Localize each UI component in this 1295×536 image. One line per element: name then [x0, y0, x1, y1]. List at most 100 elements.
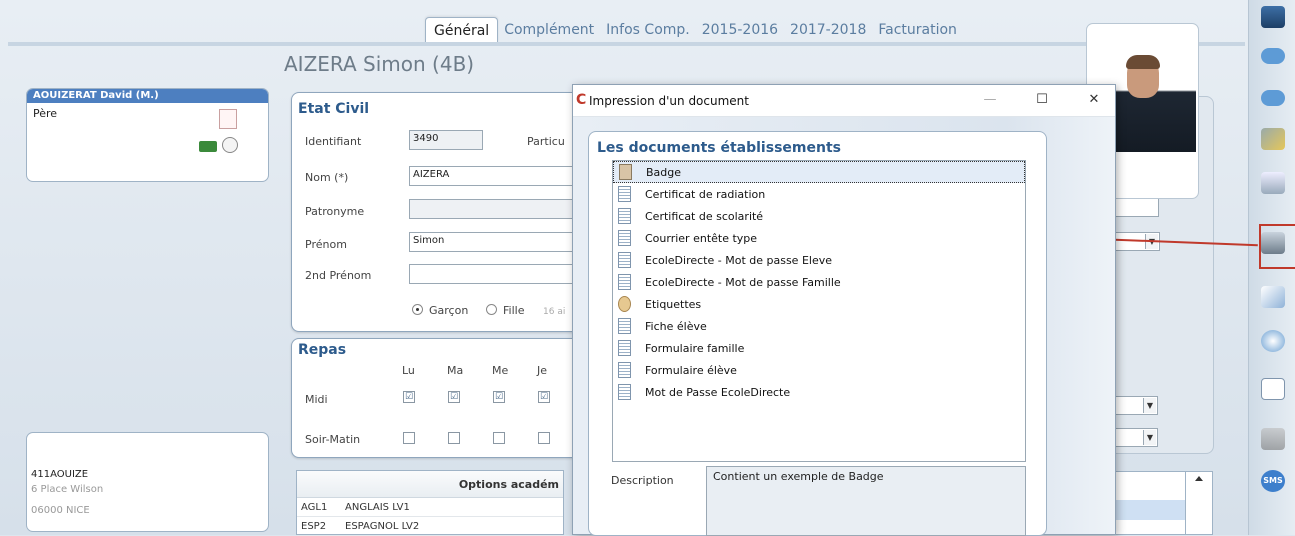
- list-icon[interactable]: [1261, 378, 1285, 400]
- minimize-button[interactable]: —: [967, 85, 1013, 117]
- soir-je-checkbox[interactable]: [538, 432, 550, 444]
- option-code: AGL1: [301, 502, 328, 513]
- close-button[interactable]: ✕: [1071, 85, 1117, 117]
- dialog-titlebar[interactable]: C Impression d'un document — ☐ ✕: [573, 85, 1115, 117]
- tab-complement[interactable]: Complément: [498, 17, 600, 43]
- documents-panel: Les documents établissements Badge Certi…: [588, 131, 1047, 536]
- list-item[interactable]: Formulaire famille: [613, 337, 1025, 359]
- particularite-label: Particu: [527, 135, 565, 148]
- identifiant-field[interactable]: 3490: [409, 130, 483, 150]
- list-item[interactable]: Etiquettes: [613, 293, 1025, 315]
- identifiant-label: Identifiant: [305, 135, 362, 148]
- description-field[interactable]: Contient un exemple de Badge: [706, 466, 1026, 536]
- soir-me-checkbox[interactable]: [493, 432, 505, 444]
- prenom-label: Prénom: [305, 238, 347, 251]
- tools-icon[interactable]: [1261, 128, 1285, 150]
- age-text: 16 ai: [543, 307, 566, 317]
- badge-icon: [616, 163, 636, 181]
- chevron-down-icon: ▼: [1143, 398, 1156, 413]
- soir-matin-label: Soir-Matin: [305, 433, 361, 446]
- midi-lu-checkbox[interactable]: ☑: [403, 391, 415, 403]
- midi-label: Midi: [305, 393, 328, 406]
- list-item[interactable]: Certificat de radiation: [613, 183, 1025, 205]
- soir-lu-checkbox[interactable]: [403, 432, 415, 444]
- app-logo-icon: C: [576, 92, 587, 108]
- link-icon[interactable]: [222, 137, 238, 153]
- list-item[interactable]: Mot de Passe EcoleDirecte: [613, 381, 1025, 403]
- contact-name: AOUIZERAT David (M.): [27, 89, 268, 103]
- description-label: Description: [611, 474, 674, 487]
- document-edit-icon[interactable]: [219, 109, 237, 129]
- money-icon[interactable]: [199, 141, 217, 152]
- document-icon: [615, 383, 635, 401]
- garcon-radio[interactable]: [412, 304, 423, 315]
- arrow-right-icon[interactable]: [1261, 48, 1285, 64]
- midi-je-checkbox[interactable]: ☑: [538, 391, 550, 403]
- student-photo: [1116, 52, 1196, 152]
- computer-icon[interactable]: [1261, 6, 1285, 28]
- list-item[interactable]: Courrier entête type: [613, 227, 1025, 249]
- day-ma: Ma: [447, 364, 464, 377]
- list-item[interactable]: EcoleDirecte - Mot de passe Famille: [613, 271, 1025, 293]
- list-item[interactable]: Certificat de scolarité: [613, 205, 1025, 227]
- nom-field[interactable]: AIZERA: [409, 166, 575, 186]
- document-icon: [615, 317, 635, 335]
- photo-hair: [1126, 55, 1160, 69]
- tab-infos-comp[interactable]: Infos Comp.: [600, 17, 696, 43]
- day-me: Me: [492, 364, 509, 377]
- patronyme-label: Patronyme: [305, 205, 365, 218]
- fille-label: Fille: [503, 304, 525, 317]
- trash-icon[interactable]: [1261, 172, 1285, 194]
- document-icon: [615, 361, 635, 379]
- address-street: 6 Place Wilson: [31, 484, 104, 495]
- document-icon: [615, 185, 635, 203]
- midi-ma-checkbox[interactable]: ☑: [448, 391, 460, 403]
- right-select-3[interactable]: ▼: [1110, 428, 1158, 447]
- tab-facturation[interactable]: Facturation: [872, 17, 963, 43]
- nom-label: Nom (*): [305, 171, 349, 184]
- maximize-button[interactable]: ☐: [1019, 85, 1065, 117]
- list-item[interactable]: EcoleDirecte - Mot de passe Eleve: [613, 249, 1025, 271]
- list-item[interactable]: Fiche élève: [613, 315, 1025, 337]
- right-field-1[interactable]: [1110, 197, 1159, 217]
- contact-card[interactable]: AOUIZERAT David (M.) Père: [26, 88, 269, 182]
- address-city: 06000 NICE: [31, 505, 90, 516]
- midi-me-checkbox[interactable]: ☑: [493, 391, 505, 403]
- dialog-title: Impression d'un document: [589, 94, 749, 108]
- address-card: 411AOUIZE 6 Place Wilson 06000 NICE: [26, 432, 269, 532]
- document-icon: [615, 251, 635, 269]
- mail-icon[interactable]: [1261, 286, 1285, 308]
- table-row[interactable]: ESP2 ESPAGNOL LV2: [297, 517, 563, 536]
- document-icon: [615, 339, 635, 357]
- label-icon: [615, 295, 635, 313]
- scroll-up-icon[interactable]: [1195, 476, 1203, 481]
- second-prenom-field[interactable]: [409, 264, 575, 284]
- list-item[interactable]: Formulaire élève: [613, 359, 1025, 381]
- patronyme-field[interactable]: [409, 199, 575, 219]
- fille-radio[interactable]: [486, 304, 497, 315]
- prenom-field[interactable]: Simon: [409, 232, 575, 252]
- tab-2015-2016[interactable]: 2015-2016: [696, 17, 784, 43]
- student-title: AIZERA Simon (4B): [284, 52, 475, 76]
- tab-general[interactable]: Général: [425, 17, 499, 43]
- hand-icon[interactable]: [1261, 428, 1285, 450]
- right-list-row[interactable]: [1111, 500, 1189, 520]
- list-item[interactable]: Badge: [613, 161, 1025, 183]
- repas-title: Repas: [298, 342, 347, 358]
- scrollbar[interactable]: [1185, 471, 1213, 535]
- tab-2017-2018[interactable]: 2017-2018: [784, 17, 872, 43]
- document-icon: [615, 273, 635, 291]
- option-code: ESP2: [301, 521, 327, 532]
- printer-highlight-box: [1259, 224, 1295, 269]
- documents-list[interactable]: Badge Certificat de radiation Certificat…: [612, 160, 1026, 462]
- soir-ma-checkbox[interactable]: [448, 432, 460, 444]
- day-lu: Lu: [402, 364, 415, 377]
- sms-icon[interactable]: SMS: [1261, 470, 1285, 492]
- table-row[interactable]: AGL1 ANGLAIS LV1: [297, 498, 563, 517]
- etat-civil-title: Etat Civil: [298, 101, 370, 117]
- tab-underline: [8, 42, 1245, 46]
- search-icon[interactable]: [1261, 330, 1285, 352]
- right-select-2[interactable]: ▼: [1110, 396, 1158, 415]
- arrow-left-icon[interactable]: [1261, 90, 1285, 106]
- option-name: ESPAGNOL LV2: [345, 521, 420, 532]
